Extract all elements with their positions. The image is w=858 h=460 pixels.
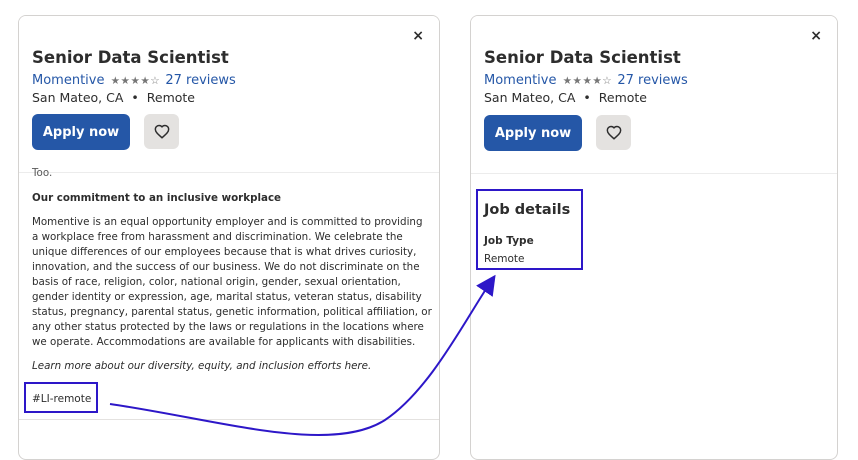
separator-dot: • bbox=[131, 90, 139, 105]
commitment-paragraph: Momentive is an equal opportunity employ… bbox=[32, 216, 432, 348]
work-mode: Remote bbox=[146, 90, 195, 105]
job-type-value: Remote bbox=[484, 253, 525, 265]
job-title: Senior Data Scientist bbox=[32, 48, 229, 67]
rating-stars-icon: ★★★★☆ bbox=[562, 75, 613, 87]
job-title: Senior Data Scientist bbox=[484, 48, 681, 67]
divider bbox=[19, 419, 439, 420]
job-header: × Senior Data Scientist Momentive ★★★★☆ … bbox=[471, 16, 837, 174]
job-details-heading: Job details bbox=[484, 202, 571, 218]
save-job-button[interactable] bbox=[596, 115, 631, 150]
commitment-heading: Our commitment to an inclusive workplace bbox=[32, 192, 282, 204]
close-icon[interactable]: × bbox=[810, 28, 822, 44]
job-description: Too. Our commitment to an inclusive work… bbox=[32, 166, 432, 374]
company-link[interactable]: Momentive bbox=[32, 73, 104, 88]
location-row: San Mateo, CA • Remote bbox=[32, 90, 195, 105]
separator-dot: • bbox=[583, 90, 591, 105]
location: San Mateo, CA bbox=[484, 90, 576, 105]
company-row: Momentive ★★★★☆ 27 reviews bbox=[484, 73, 688, 88]
description-fragment: Too. bbox=[32, 167, 53, 179]
reviews-link[interactable]: 27 reviews bbox=[165, 73, 235, 88]
heart-outline-icon bbox=[154, 124, 169, 139]
apply-now-button[interactable]: Apply now bbox=[484, 115, 582, 151]
company-link[interactable]: Momentive bbox=[484, 73, 556, 88]
job-header: × Senior Data Scientist Momentive ★★★★☆ … bbox=[19, 16, 439, 173]
location: San Mateo, CA bbox=[32, 90, 124, 105]
job-panel-left: × Senior Data Scientist Momentive ★★★★☆ … bbox=[18, 15, 440, 460]
company-row: Momentive ★★★★☆ 27 reviews bbox=[32, 73, 236, 88]
rating-stars-icon: ★★★★☆ bbox=[110, 75, 161, 87]
location-row: San Mateo, CA • Remote bbox=[484, 90, 647, 105]
work-mode: Remote bbox=[598, 90, 647, 105]
reviews-link[interactable]: 27 reviews bbox=[617, 73, 687, 88]
job-panel-right: × Senior Data Scientist Momentive ★★★★☆ … bbox=[470, 15, 838, 460]
li-remote-tag: #LI-remote bbox=[32, 393, 92, 405]
learn-more-text: Learn more about our diversity, equity, … bbox=[32, 360, 372, 372]
save-job-button[interactable] bbox=[144, 114, 179, 149]
close-icon[interactable]: × bbox=[412, 28, 424, 44]
heart-outline-icon bbox=[606, 125, 621, 140]
apply-now-button[interactable]: Apply now bbox=[32, 114, 130, 150]
job-type-label: Job Type bbox=[484, 235, 534, 247]
